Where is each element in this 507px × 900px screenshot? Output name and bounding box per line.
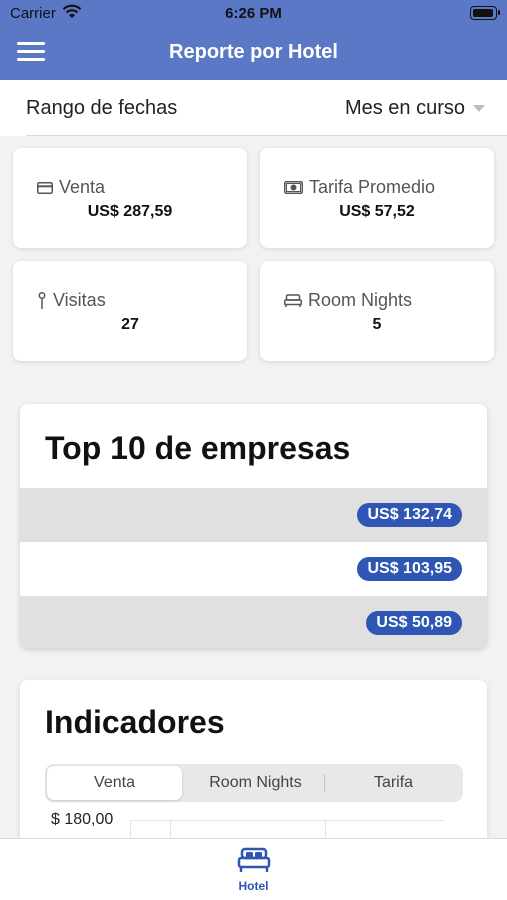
kpi-value: US$ 287,59 bbox=[87, 203, 173, 220]
kpi-value: 27 bbox=[121, 316, 139, 333]
segment-tarifa[interactable]: Tarifa bbox=[326, 766, 461, 800]
bed-icon bbox=[284, 294, 302, 307]
segment-room-nights[interactable]: Room Nights bbox=[188, 766, 323, 800]
kpi-value: 5 bbox=[372, 316, 382, 333]
tab-bar: Hotel bbox=[0, 838, 507, 900]
kpi-card-visitas: Visitas 27 bbox=[13, 261, 247, 361]
table-row[interactable]: US$ 132,74 bbox=[20, 488, 487, 542]
caret-down-icon bbox=[473, 105, 485, 112]
kpi-card-venta: Venta US$ 287,59 bbox=[13, 148, 247, 248]
divider bbox=[26, 135, 507, 136]
kpi-card-tarifa-promedio: Tarifa Promedio US$ 57,52 bbox=[260, 148, 494, 248]
segment-separator bbox=[324, 774, 325, 792]
date-range-value: Mes en curso bbox=[344, 97, 465, 119]
top10-title: Top 10 de empresas bbox=[45, 430, 351, 466]
money-icon bbox=[284, 181, 303, 194]
kpi-label: Venta bbox=[59, 177, 106, 197]
tab-hotel[interactable]: Hotel bbox=[0, 847, 507, 893]
amount-badge: US$ 132,74 bbox=[357, 503, 462, 527]
battery-icon bbox=[470, 6, 500, 20]
bed-icon bbox=[237, 847, 270, 872]
segment-venta[interactable]: Venta bbox=[47, 766, 182, 800]
kpi-label: Tarifa Promedio bbox=[309, 177, 436, 197]
kpi-label: Visitas bbox=[53, 290, 106, 310]
amount-badge: US$ 103,95 bbox=[357, 557, 462, 581]
tab-label: Hotel bbox=[238, 879, 269, 893]
date-range-select[interactable]: Mes en curso bbox=[345, 97, 485, 120]
nav-bar: Reporte por Hotel bbox=[0, 28, 507, 80]
chart-gridline bbox=[130, 820, 444, 821]
status-bar: Carrier 6:26 PM bbox=[0, 0, 507, 28]
top10-card: Top 10 de empresas US$ 132,74 US$ 103,95… bbox=[20, 404, 487, 648]
credit-card-icon bbox=[37, 181, 53, 194]
kpi-label: Room Nights bbox=[308, 290, 413, 310]
kpi-card-room-nights: Room Nights 5 bbox=[260, 261, 494, 361]
date-range-row: Rango de fechas Mes en curso bbox=[0, 80, 507, 136]
date-range-label: Rango de fechas bbox=[26, 97, 178, 119]
table-row[interactable]: US$ 50,89 bbox=[20, 596, 487, 648]
amount-badge: US$ 50,89 bbox=[366, 611, 462, 635]
page-title: Reporte por Hotel bbox=[169, 41, 338, 63]
indicator-segmented-control: Venta Room Nights Tarifa bbox=[45, 764, 463, 802]
indicators-title: Indicadores bbox=[45, 704, 225, 740]
kpi-value: US$ 57,52 bbox=[339, 203, 415, 220]
pin-icon bbox=[38, 291, 46, 309]
status-time: 6:26 PM bbox=[225, 5, 282, 22]
y-axis-tick-label: $ 180,00 bbox=[51, 811, 114, 828]
table-row[interactable]: US$ 103,95 bbox=[20, 542, 487, 596]
